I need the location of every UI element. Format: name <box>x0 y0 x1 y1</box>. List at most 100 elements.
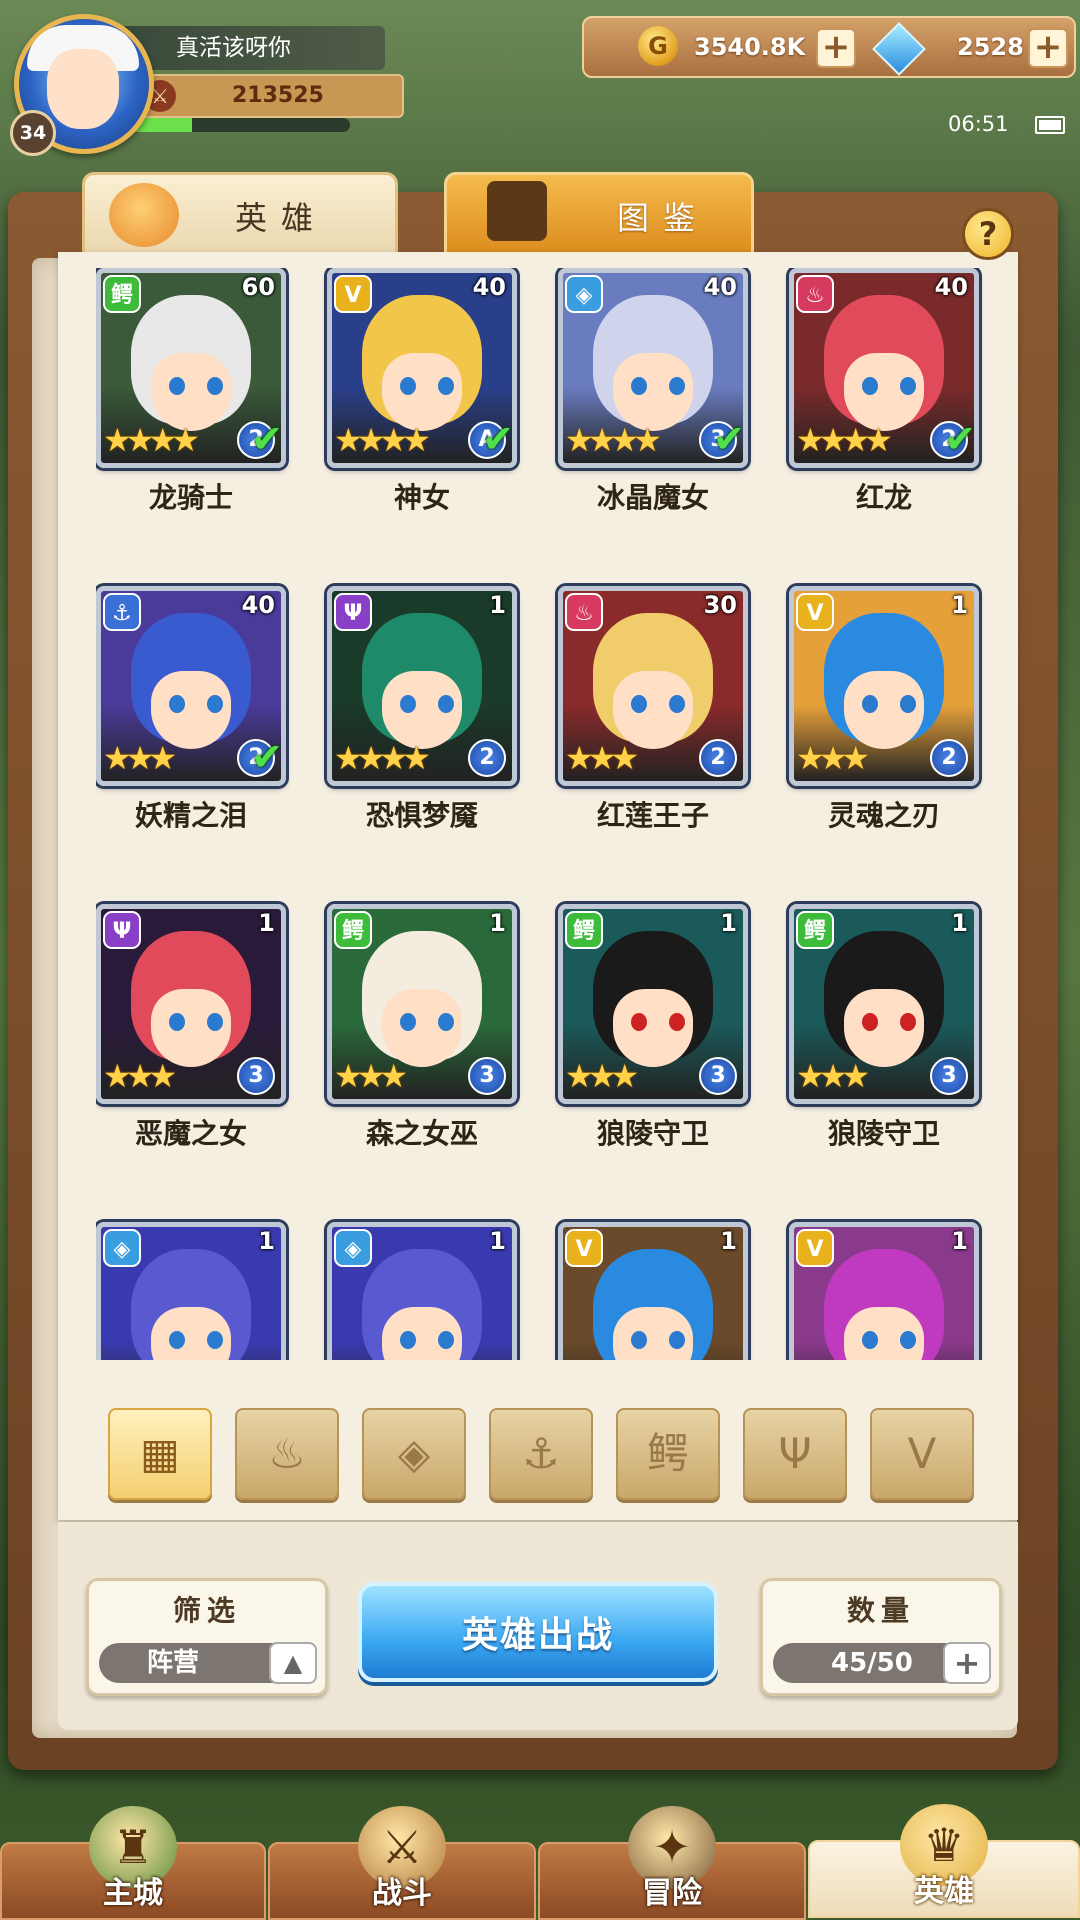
nav-map-scroll[interactable]: ✦ 冒险 <box>538 1806 806 1920</box>
hero-grid[interactable]: 鳄 60 ★★★★ 2 ✔ 龙骑士 V 40 ★★★★ A ✔ 神女 ◈ 40 ★★★★ 3 ✔ 冰晶魔女 ♨… <box>96 268 986 1360</box>
hero-card[interactable]: ◈ 40 ★★★★ 3 ✔ 冰晶魔女 <box>558 268 798 568</box>
hero-portrait[interactable]: 鳄 1 ★★★ 3 <box>789 904 979 1104</box>
add-gems-button[interactable]: + <box>1028 28 1068 68</box>
tab-heroes[interactable]: 英雄 <box>82 172 398 256</box>
hero-eye <box>862 1013 878 1031</box>
hero-name: 神女 <box>393 481 450 514</box>
hero-portrait[interactable]: ◈ 1 <box>327 1222 517 1360</box>
hero-portrait[interactable]: ♨ 30 ★★★ 2 <box>558 586 748 786</box>
hero-level: 1 <box>489 1227 506 1255</box>
power-value: 213525 <box>232 83 324 108</box>
hero-card[interactable]: Ψ 1 ★★★ 3 恶魔之女 <box>96 904 336 1204</box>
hero-eye <box>669 1331 685 1349</box>
hero-card[interactable]: V1 <box>789 1222 986 1360</box>
hero-card[interactable]: ♨ 40 ★★★★ 2 ✔ 红龙 <box>789 268 986 568</box>
hero-eye <box>438 1331 454 1349</box>
hero-name: 龙骑士 <box>148 481 233 514</box>
count-pill: 45/50 + <box>773 1642 991 1684</box>
hero-card[interactable]: 鳄 1 ★★★ 3 狼陵守卫 <box>558 904 798 1204</box>
hero-level: 1 <box>951 1227 968 1255</box>
deploy-heroes-button[interactable]: 英雄出战 <box>358 1582 718 1682</box>
hero-card[interactable]: 鳄 1 ★★★ 3 狼陵守卫 <box>789 904 986 1204</box>
hero-card[interactable]: ◈ 1 <box>327 1222 567 1360</box>
checkmark-icon: ✔ <box>482 417 514 461</box>
hero-portrait[interactable]: ♨ 40 ★★★★ 2 ✔ <box>789 268 979 468</box>
hero-card[interactable]: ♨ 30 ★★★ 2 红莲王子 <box>558 586 798 886</box>
tab-handbook[interactable]: 图鉴 <box>444 172 754 256</box>
count-title: 数量 <box>846 1594 915 1627</box>
hero-portrait[interactable]: ◈ 40 ★★★★ 3 ✔ <box>558 268 748 468</box>
hero-card[interactable]: 鳄 1 ★★★ 3 森之女巫 <box>327 904 567 1204</box>
rank-badge: 3 <box>930 1057 968 1095</box>
hero-card[interactable]: ◈ 1 <box>96 1222 336 1360</box>
hero-eye <box>207 1013 223 1031</box>
hero-card[interactable]: V 1 ★★★ 2 灵魂之刃 <box>789 586 986 886</box>
hero-portrait[interactable]: 鳄 1 ★★★ 3 <box>558 904 748 1104</box>
beast-faction-icon: 鳄 <box>103 275 141 313</box>
help-button[interactable]: ? <box>962 208 1014 260</box>
hero-portrait[interactable]: 鳄 1 ★★★ 3 <box>327 904 517 1104</box>
hero-card[interactable]: V1 <box>558 1222 798 1360</box>
star-rating: ★★★ <box>103 1057 177 1095</box>
water-faction-icon[interactable]: ◈ <box>362 1408 466 1500</box>
hero-portrait[interactable]: ◈ 1 <box>96 1222 286 1360</box>
hero-eye <box>400 1331 416 1349</box>
hero-portrait[interactable]: Ψ 1 ★★★ 3 <box>96 904 286 1104</box>
hero-eye <box>669 377 685 395</box>
hero-eye <box>862 695 878 713</box>
hero-card[interactable]: V 40 ★★★★ A ✔ 神女 <box>327 268 567 568</box>
hero-eye <box>169 1331 185 1349</box>
add-slot-button[interactable]: + <box>943 1642 991 1684</box>
hero-card[interactable]: ⚓ 40 ★★★ 2 ✔ 妖精之泪 <box>96 586 336 886</box>
dark-faction-icon[interactable]: Ψ <box>743 1408 847 1500</box>
star-rating: ★★★ <box>334 1057 408 1095</box>
hero-portrait[interactable]: V1 <box>789 1222 979 1360</box>
hero-eye <box>631 377 647 395</box>
rank-badge: 3 <box>237 1057 275 1095</box>
water-faction-icon: ◈ <box>334 1229 372 1267</box>
beast-faction-icon[interactable]: 鳄 <box>616 1408 720 1500</box>
checkmark-icon: ✔ <box>944 417 976 461</box>
hero-eye <box>669 1013 685 1031</box>
grid-all-icon[interactable]: ▦ <box>108 1408 212 1500</box>
nav-crossed-swords[interactable]: ⚔ 战斗 <box>268 1806 536 1920</box>
add-gold-button[interactable]: + <box>816 28 856 68</box>
nav-label: 英雄 <box>914 1874 974 1909</box>
hero-portrait[interactable]: V 1 ★★★ 2 <box>789 586 979 786</box>
filter-title: 筛选 <box>172 1594 241 1627</box>
hero-name: 红龙 <box>855 481 912 514</box>
chevron-up-icon[interactable]: ▲ <box>269 1642 317 1684</box>
gem-counter: 2528 <box>862 22 1032 76</box>
anchor-faction-icon[interactable]: ⚓ <box>489 1408 593 1500</box>
checkmark-icon: ✔ <box>251 735 283 779</box>
gem-value: 2528 <box>957 33 1024 61</box>
hero-level: 60 <box>241 273 275 301</box>
hero-eye <box>169 1013 185 1031</box>
nav-hero-crest[interactable]: ♛ 英雄 <box>808 1804 1080 1918</box>
hero-eye <box>207 1331 223 1349</box>
hero-card[interactable]: 鳄 60 ★★★★ 2 ✔ 龙骑士 <box>96 268 336 568</box>
fire-faction-icon[interactable]: ♨ <box>235 1408 339 1500</box>
light-faction-icon: V <box>334 275 372 313</box>
hero-card[interactable]: Ψ 1 ★★★★ 2 恐惧梦魇 <box>327 586 567 886</box>
hero-portrait[interactable]: Ψ 1 ★★★★ 2 <box>327 586 517 786</box>
nav-castle[interactable]: ♜ 主城 <box>0 1806 266 1920</box>
hero-level: 30 <box>703 591 737 619</box>
filter-select[interactable]: 阵营 ▲ <box>99 1642 317 1684</box>
hero-name: 冰晶魔女 <box>596 481 709 514</box>
dark-faction-icon: Ψ <box>103 911 141 949</box>
power-bar: ⚔ 213525 <box>130 74 404 118</box>
hero-level: 40 <box>703 273 737 301</box>
filter-panel: 筛选 阵营 ▲ <box>86 1578 328 1696</box>
fire-faction-icon: ♨ <box>796 275 834 313</box>
count-value: 45/50 <box>831 1648 913 1678</box>
hero-portrait[interactable]: V 40 ★★★★ A ✔ <box>327 268 517 468</box>
star-rating: ★★★ <box>796 1057 870 1095</box>
hero-portrait[interactable]: V1 <box>558 1222 748 1360</box>
hero-portrait[interactable]: ⚓ 40 ★★★ 2 ✔ <box>96 586 286 786</box>
exp-bar <box>130 118 350 132</box>
avatar-face <box>47 49 119 129</box>
hero-portrait[interactable]: 鳄 60 ★★★★ 2 ✔ <box>96 268 286 468</box>
water-faction-icon: ◈ <box>565 275 603 313</box>
light-faction-icon[interactable]: V <box>870 1408 974 1500</box>
